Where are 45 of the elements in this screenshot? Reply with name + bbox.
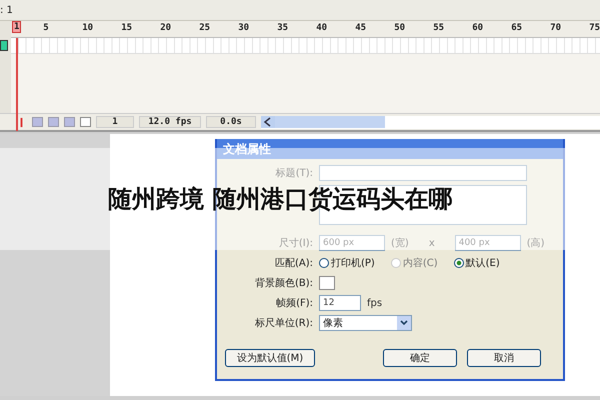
unit-label: fps — [367, 298, 382, 308]
dialog-button[interactable]: 取消 — [467, 349, 541, 367]
scroll-left-icon[interactable] — [261, 116, 275, 128]
title-field[interactable] — [319, 165, 527, 181]
horizontal-scrollbar[interactable] — [261, 116, 600, 128]
field-label: 标题(T): — [274, 166, 313, 180]
frame-number: 75 — [589, 23, 600, 33]
frame-number: 5 — [43, 23, 49, 33]
field-label: 标尺单位(R): — [254, 316, 313, 330]
frame-number: 10 — [82, 23, 94, 33]
frame-number: 55 — [433, 23, 444, 33]
bracket-icon[interactable] — [80, 117, 91, 127]
frame-number: 35 — [277, 23, 288, 33]
field-label: 尺寸(I): — [278, 236, 313, 250]
frame-number: 25 — [199, 23, 210, 33]
dialog-button[interactable]: 确定 — [383, 349, 457, 367]
frame-number: 20 — [160, 23, 172, 33]
unit-label: (宽) — [391, 236, 409, 250]
current-frame: 1 — [96, 116, 134, 128]
frame-number: 60 — [472, 23, 484, 33]
frame-number: 15 — [121, 23, 132, 33]
scene-label: : 1 — [0, 4, 13, 16]
frame-number: 70 — [550, 23, 562, 33]
frame-number: 40 — [316, 23, 328, 33]
scroll-thumb[interactable] — [275, 116, 385, 128]
ruler-units-dropdown[interactable]: 像素 — [319, 315, 412, 331]
field-label: 帧频(F): — [275, 296, 313, 310]
frame-number: 65 — [511, 23, 522, 33]
elapsed-time: 0.0s — [206, 116, 256, 128]
caption-text: 随州跨境 随州港口货运码头在哪 — [108, 184, 452, 215]
unit-label: (高) — [526, 236, 545, 250]
layer-icon[interactable] — [0, 40, 8, 51]
field-label: 匹配(A): — [274, 257, 313, 270]
frame-number: 50 — [394, 23, 406, 33]
frame-number: 30 — [238, 23, 250, 33]
frame-number: 1 — [12, 21, 22, 33]
frame-number: 45 — [355, 23, 366, 33]
dialog-button[interactable]: 设为默认值(M) — [225, 349, 315, 367]
separator-label: x — [428, 238, 435, 248]
frame-rate-field[interactable]: 12 — [319, 295, 361, 311]
color-swatch[interactable] — [319, 276, 335, 290]
field-label: 背景颜色(B): — [254, 276, 313, 290]
frame-rate: 12.0 fps — [139, 116, 201, 128]
radio-option[interactable]: 默认(E) — [454, 256, 500, 270]
radio-option[interactable]: 打印机(P) — [319, 256, 375, 270]
